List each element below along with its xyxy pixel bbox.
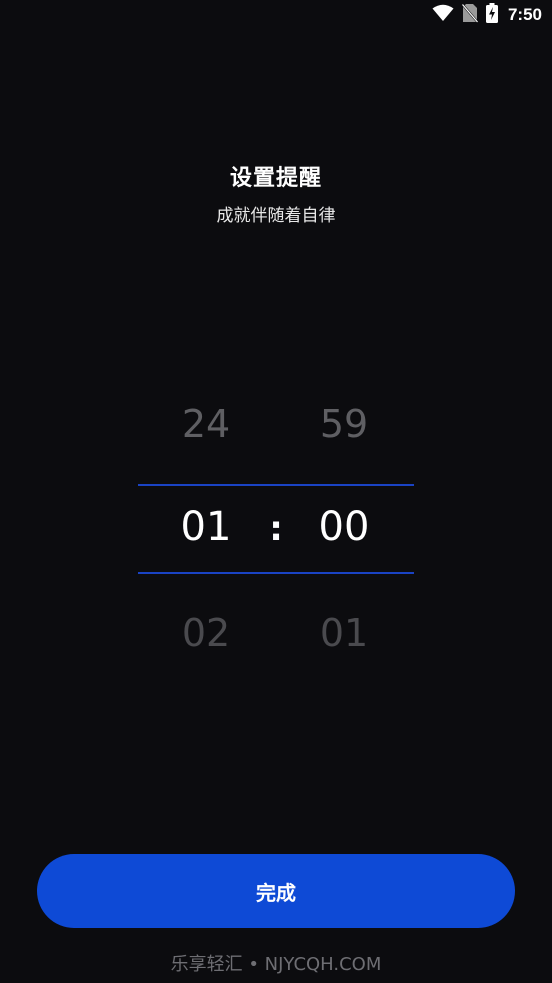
time-picker[interactable]: 24 01 02 : 59 00 01: [138, 380, 414, 690]
page-title: 设置提醒: [229, 166, 322, 191]
selector-line-bottom: [138, 572, 414, 574]
done-button[interactable]: 完成: [37, 854, 515, 928]
watermark: 乐享轻汇 • NJYCQH.COM: [170, 954, 382, 975]
minute-previous[interactable]: 59: [284, 402, 404, 446]
page-subtitle: 成就伴随着自律: [216, 206, 336, 226]
hour-previous[interactable]: 24: [146, 402, 266, 446]
minute-selected[interactable]: 00: [284, 504, 404, 550]
hour-next[interactable]: 02: [146, 611, 266, 655]
status-icons: 7:50: [432, 3, 542, 27]
wifi-icon: [432, 4, 454, 26]
hour-selected[interactable]: 01: [146, 504, 266, 550]
status-time: 7:50: [507, 5, 542, 24]
minute-next[interactable]: 01: [284, 611, 404, 655]
no-sim-icon: [461, 3, 479, 27]
battery-charging-icon: [485, 3, 498, 27]
selector-line-top: [138, 484, 414, 486]
time-separator: :: [269, 509, 283, 549]
status-bar: 7:50: [0, 0, 552, 30]
